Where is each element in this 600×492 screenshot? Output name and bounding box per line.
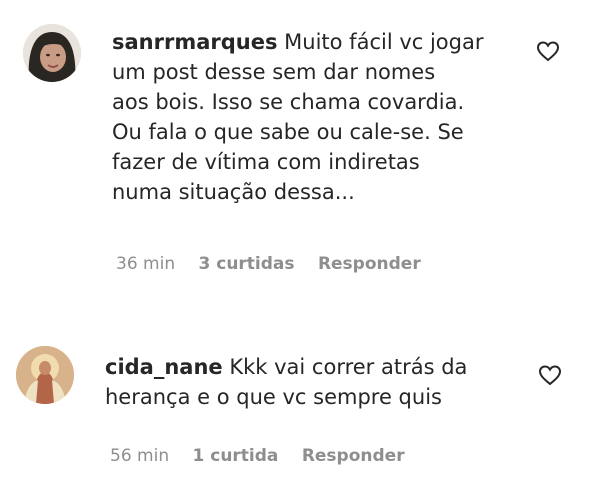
comment-username[interactable]: cida_nane [105,355,223,379]
comment-item: sanrrmarques Muito fácil vc jogar um pos… [0,0,600,300]
comment-time: 36 min [116,254,176,274]
comment-text: cida_nane Kkk vai correr atrás da heranç… [105,352,535,412]
comment-line: aos bois. Isso se chama covardia. [112,90,465,114]
comment-line: Ou fala o que sabe ou cale-se. Se [112,120,464,144]
heart-icon[interactable] [538,364,562,386]
comment-item: cida_nane Kkk vai correr atrás da heranç… [0,330,600,492]
comment-line: numa situação dessa... [112,180,355,204]
avatar[interactable] [23,24,81,82]
comment-username[interactable]: sanrrmarques [112,30,277,54]
comment-line: fazer de vítima com indiretas [112,150,420,174]
reply-button[interactable]: Responder [302,446,405,466]
comment-time: 56 min [110,446,170,466]
likes-count-link[interactable]: 3 curtidas [199,254,295,274]
comment-meta: 36 min 3 curtidas Responder [116,254,439,274]
comment-line: Muito fácil vc jogar [284,30,484,54]
avatar[interactable] [16,346,74,404]
comment-line: Kkk vai correr atrás da [229,355,468,379]
comment-line: um post desse sem dar nomes [112,60,436,84]
comment-text: sanrrmarques Muito fácil vc jogar um pos… [112,27,542,207]
reply-button[interactable]: Responder [318,254,421,274]
comment-meta: 56 min 1 curtida Responder [110,446,423,466]
likes-count-link[interactable]: 1 curtida [193,446,279,466]
heart-icon[interactable] [536,40,560,62]
comment-line: herança e o que vc sempre quis [105,385,442,409]
